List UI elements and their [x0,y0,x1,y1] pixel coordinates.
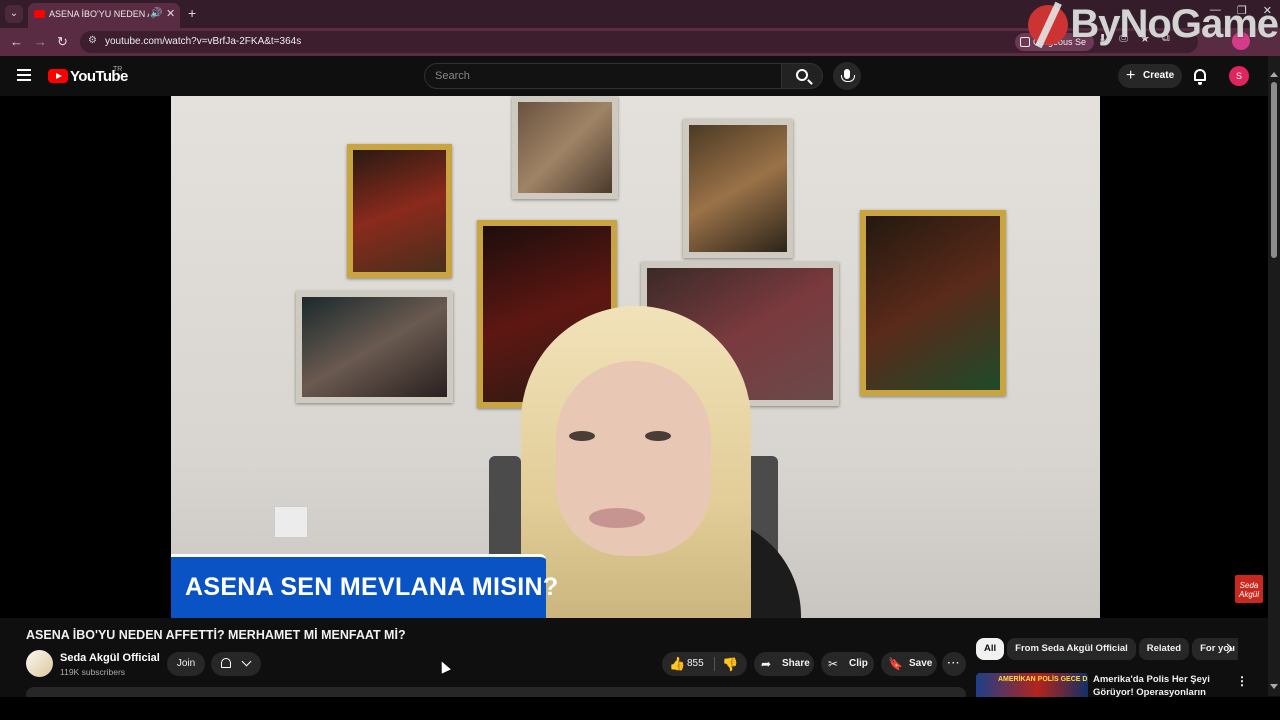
thumbs-up-icon[interactable]: 👍 [669,652,685,676]
create-label: Create [1143,70,1175,81]
filter-chips: All From Seda Akgül Official Related For yo… [976,638,1238,662]
speaker-face [556,361,711,556]
bell-icon [221,658,231,668]
share-button[interactable]: ➦ Share [754,652,814,676]
clip-button[interactable]: ✂ Clip [821,652,874,676]
speaker-lips [589,508,645,528]
url-text[interactable]: youtube.com/watch?v=vBrfJa-2FKA&t=364s [105,36,301,47]
watermark-text: ByNoGame [1070,2,1279,46]
plus-icon: + [1126,67,1136,84]
video-frame[interactable]: ASENA SEN MEVLANA MISIN? [171,96,1100,618]
microphone-icon [841,69,855,82]
forward-arrow-icon[interactable]: → [34,34,47,49]
channel-name[interactable]: Seda Akgül Official [60,652,160,664]
painting [296,291,453,403]
youtube-favicon-icon [34,10,45,18]
search-input[interactable] [425,64,781,88]
tab-close-icon[interactable]: ✕ [166,7,175,20]
speaker-eye [569,431,595,441]
mouse-cursor-icon [437,659,451,674]
bynogame-logo-icon [1028,4,1069,45]
like-dislike-group: 👍 855 👍 [662,652,747,676]
lower-third-text: ASENA SEN MEVLANA MISIN? [185,573,559,601]
search-box[interactable] [424,63,782,89]
avatar[interactable]: S [1229,66,1249,86]
painting [347,144,452,278]
painting [860,210,1006,396]
tab-search-button[interactable]: ⌄ [5,5,23,23]
join-button[interactable]: Join [167,652,205,676]
like-count[interactable]: 855 [687,652,704,676]
hamburger-icon[interactable] [17,69,31,81]
scissors-icon: ✂ [828,657,839,671]
video-title: ASENA İBO'YU NEDEN AFFETTİ? MERHAMET Mİ … [26,628,406,642]
save-button[interactable]: 🔖 Save [881,652,937,676]
save-label: Save [909,658,933,669]
chip-related[interactable]: Related [1138,638,1190,660]
recommendation-title[interactable]: Amerika'da Polis Her Şeyi Görüyor! Opera… [1093,673,1231,698]
video-player[interactable]: ASENA SEN MEVLANA MISIN? Seda Akgül [0,96,1268,618]
thumbs-down-icon[interactable]: 👍 [722,652,738,676]
youtube-header: YouTube TR +Create S [0,56,1280,96]
search-button[interactable] [781,63,823,89]
speaker-icon[interactable]: 🔊 [150,8,162,19]
chip-from-channel[interactable]: From Seda Akgül Official [1007,638,1136,660]
back-arrow-icon[interactable]: ← [10,34,23,49]
reload-icon[interactable]: ↻ [57,34,68,50]
site-info-icon[interactable]: ⚙ [88,35,97,46]
light-switch [274,506,308,538]
painting [683,119,793,258]
browser-tab[interactable]: ASENA İBO'YU NEDEN AFFETTİ? MERHAMET Mİ … [28,3,180,28]
notification-bell-button[interactable] [211,652,261,676]
more-actions-button[interactable]: ··· [942,652,966,676]
clip-label: Clip [849,658,868,669]
divider [714,657,715,671]
thumbnail-text: AMERİKAN POLİS GECE DEVRİYESİ [998,676,1088,683]
chevron-down-icon [241,656,252,667]
subscriber-count: 119K subscribers [60,667,126,677]
youtube-logo-icon[interactable] [48,69,68,83]
recommendation-thumbnail[interactable]: AMERİKAN POLİS GECE DEVRİYESİ [976,673,1088,698]
more-vertical-icon[interactable]: ⋮ [1236,674,1248,688]
painting [512,96,618,199]
channel-avatar[interactable] [26,650,53,677]
tab-title: ASENA İBO'YU NEDEN AFFETTİ? MERHAMET Mİ … [49,9,149,19]
speaker-eye [645,431,671,441]
page-scrollbar[interactable] [1268,56,1280,696]
share-label: Share [782,658,810,669]
create-button[interactable]: + Create [1118,64,1182,88]
share-icon: ➦ [761,657,772,671]
description-box[interactable] [26,687,966,697]
bookmark-icon: 🔖 [888,657,903,671]
scroll-up-arrow-icon[interactable] [1270,72,1278,77]
bell-icon[interactable] [1194,69,1206,85]
scroll-down-arrow-icon[interactable] [1270,684,1278,689]
region-code: TR [113,66,123,73]
lower-third-caption: ASENA SEN MEVLANA MISIN? [171,554,558,618]
voice-search-button[interactable] [833,62,861,90]
chip-all[interactable]: All [976,638,1005,660]
search-icon [796,69,808,81]
bottom-bar [0,697,1280,720]
new-tab-button[interactable]: + [188,5,196,21]
scroll-thumb[interactable] [1271,82,1277,258]
bynogame-watermark: ByNoGame [1028,2,1279,47]
channel-watermark[interactable]: Seda Akgül [1235,575,1263,603]
